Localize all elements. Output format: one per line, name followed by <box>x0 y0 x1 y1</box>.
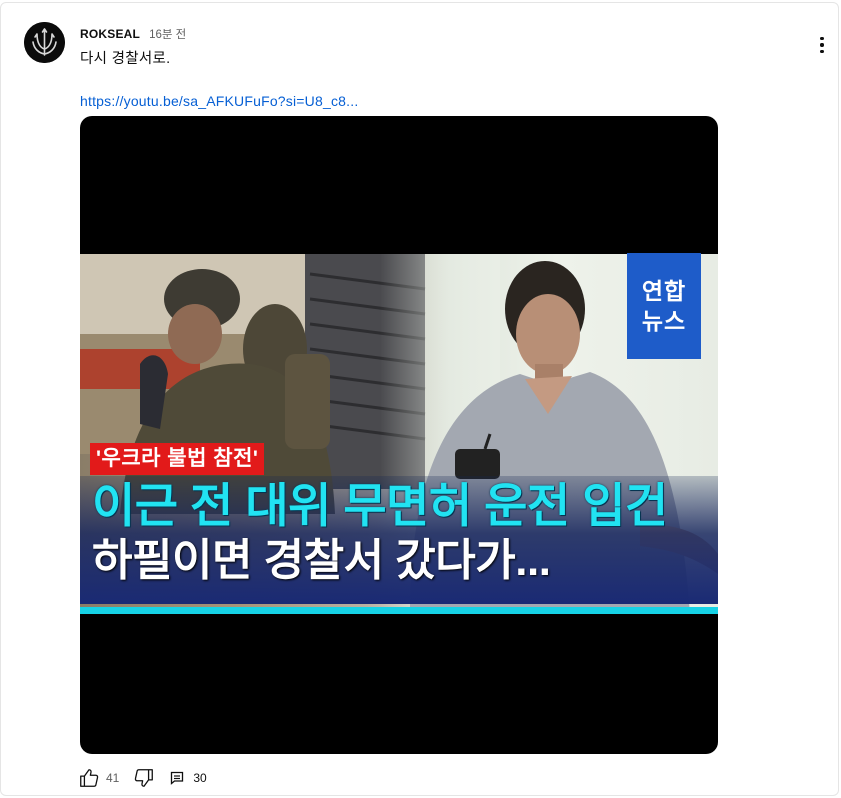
thumbs-down-icon <box>135 769 154 787</box>
headline-secondary: 하필이면 경찰서 갔다가... <box>92 536 551 585</box>
like-count: 41 <box>106 771 120 785</box>
reply-button[interactable]: 30 <box>169 770 207 786</box>
dislike-button[interactable] <box>133 767 155 789</box>
thumbs-up-icon <box>80 769 99 787</box>
like-button[interactable]: 41 <box>78 767 133 789</box>
author-name[interactable]: ROKSEAL <box>80 27 140 41</box>
comment-text: 다시 경찰서로. <box>80 51 171 67</box>
avatar[interactable] <box>24 22 65 63</box>
video-thumbnail[interactable]: 연합 뉴스 '우크라 불법 참전' 이근 전 대위 무면허 운전 입건 하필이면… <box>80 116 718 754</box>
badge-line1: 연합 <box>641 278 687 304</box>
more-vert-icon[interactable] <box>810 33 834 57</box>
comment-actions: 41 30 <box>78 767 207 789</box>
news-logo-badge: 연합 뉴스 <box>627 253 701 359</box>
topic-tag: '우크라 불법 참전' <box>90 443 265 475</box>
badge-line2: 뉴스 <box>641 308 687 334</box>
trident-logo-icon <box>24 22 65 63</box>
reply-icon <box>171 771 184 785</box>
headline-primary: 이근 전 대위 무면허 운전 입건 <box>92 479 668 532</box>
comment-header: ROKSEAL 16분 전 <box>80 26 186 42</box>
comment-card: ROKSEAL 16분 전 다시 경찰서로. https://youtu.be/… <box>0 2 839 796</box>
reply-count: 30 <box>193 771 207 785</box>
video-link[interactable]: https://youtu.be/sa_AFKUFuFo?si=U8_c8... <box>80 93 358 109</box>
accent-bar <box>80 607 718 614</box>
comment-time[interactable]: 16분 전 <box>149 26 186 42</box>
